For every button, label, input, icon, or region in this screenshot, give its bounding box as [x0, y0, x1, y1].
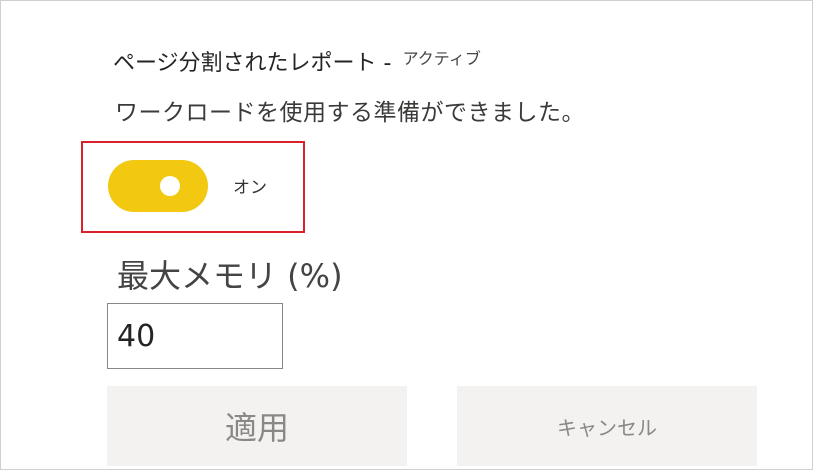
workload-header: ページ分割されたレポート - アクティブ: [113, 45, 481, 77]
settings-panel: ページ分割されたレポート - アクティブ ワークロードを使用する準備ができました…: [0, 0, 813, 470]
workload-description: ワークロードを使用する準備ができました。: [115, 100, 585, 126]
max-memory-input[interactable]: [107, 303, 283, 369]
workload-status: アクティブ: [402, 49, 481, 68]
max-memory-label: 最大メモリ (%): [117, 257, 343, 295]
toggle-knob: [160, 176, 180, 196]
workload-toggle[interactable]: [108, 160, 208, 212]
workload-title: ページ分割されたレポート -: [113, 51, 392, 76]
toggle-label: オン: [233, 178, 267, 198]
apply-button[interactable]: 適用: [107, 386, 407, 466]
cancel-button[interactable]: キャンセル: [457, 386, 757, 466]
